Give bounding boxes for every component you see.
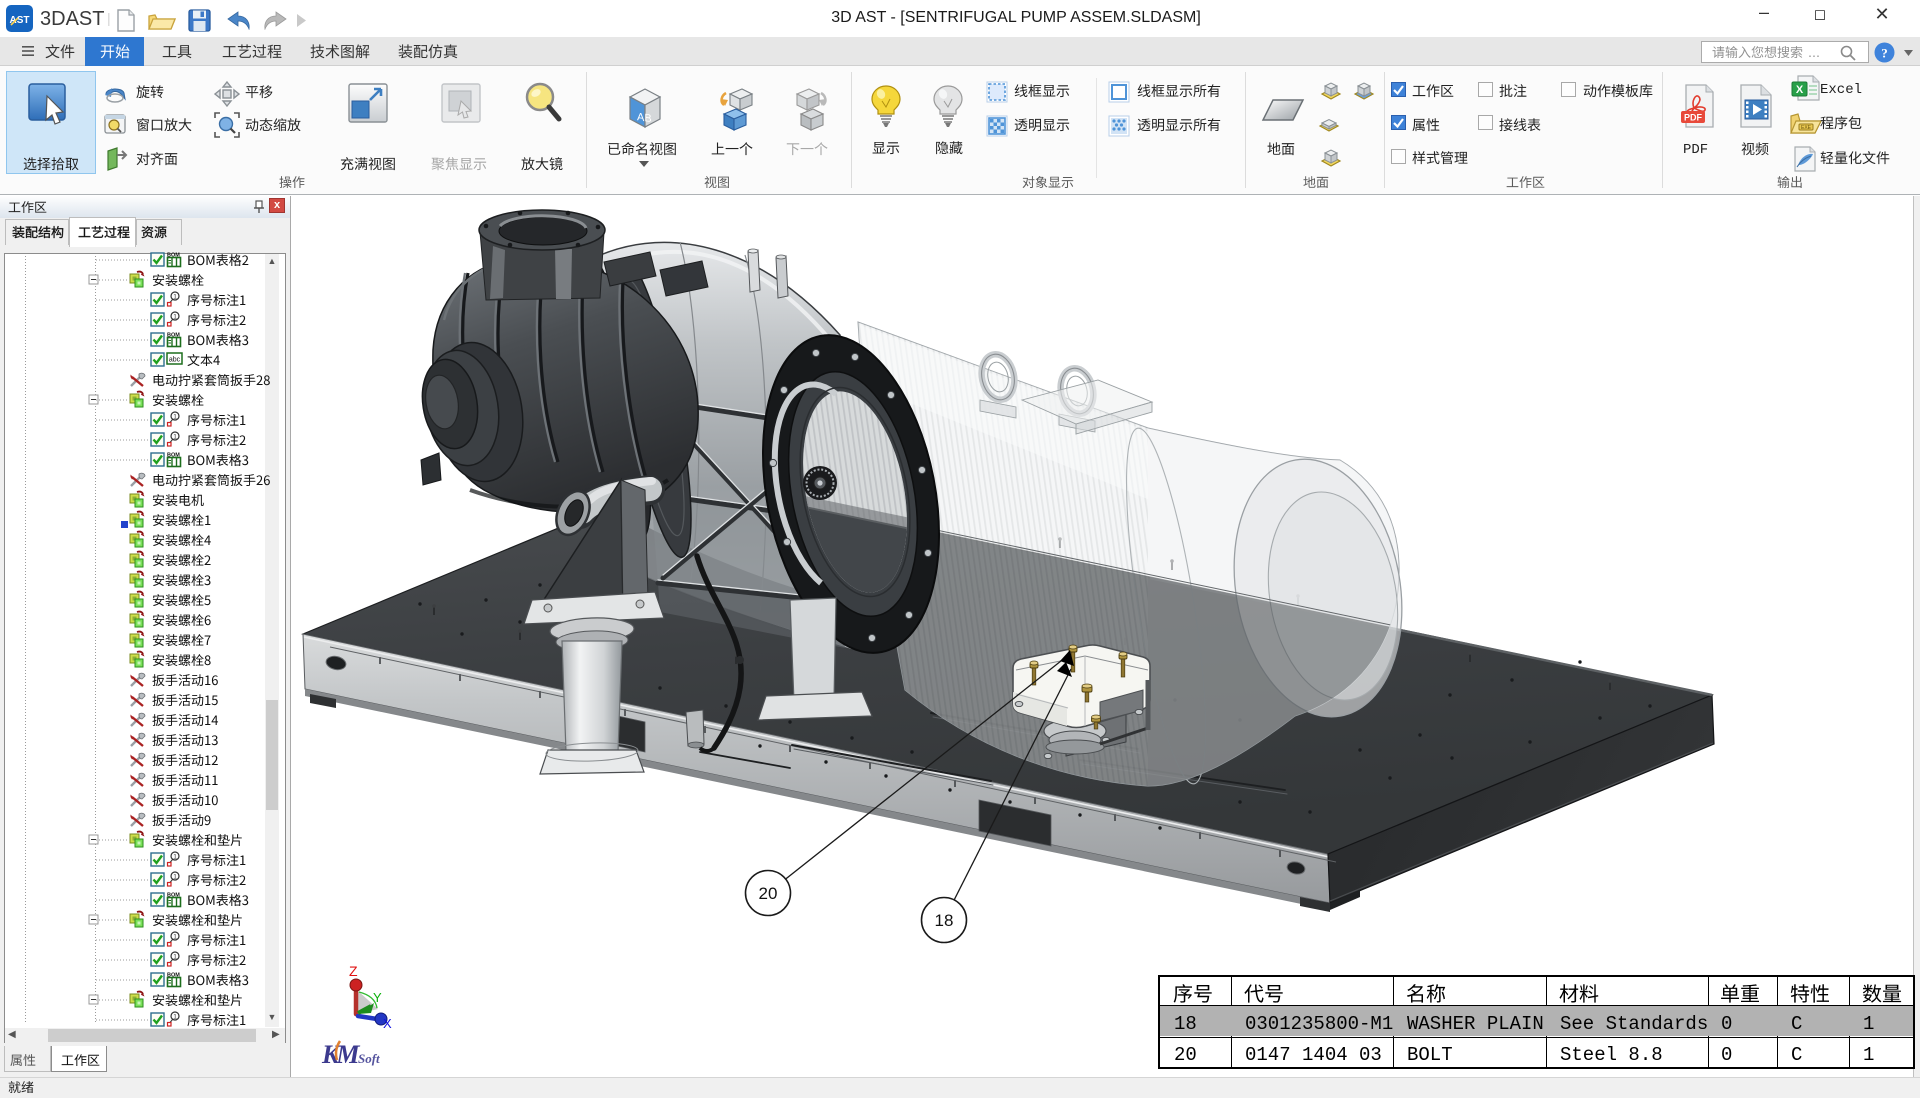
svg-text:18: 18	[935, 911, 954, 930]
svg-text:PDF: PDF	[1684, 113, 1703, 123]
svg-text:AB: AB	[637, 111, 652, 125]
svg-text:X: X	[383, 1016, 392, 1031]
svg-text:X: X	[1796, 84, 1804, 96]
svg-text:Soft: Soft	[358, 1051, 380, 1066]
svg-text:20: 20	[759, 884, 778, 903]
svg-text:EXE: EXE	[1801, 125, 1812, 131]
svg-text:?: ?	[1881, 46, 1888, 61]
svg-text:Z: Z	[349, 963, 358, 979]
svg-text:KM: KM	[321, 1040, 360, 1069]
svg-text:Y: Y	[373, 990, 382, 1005]
